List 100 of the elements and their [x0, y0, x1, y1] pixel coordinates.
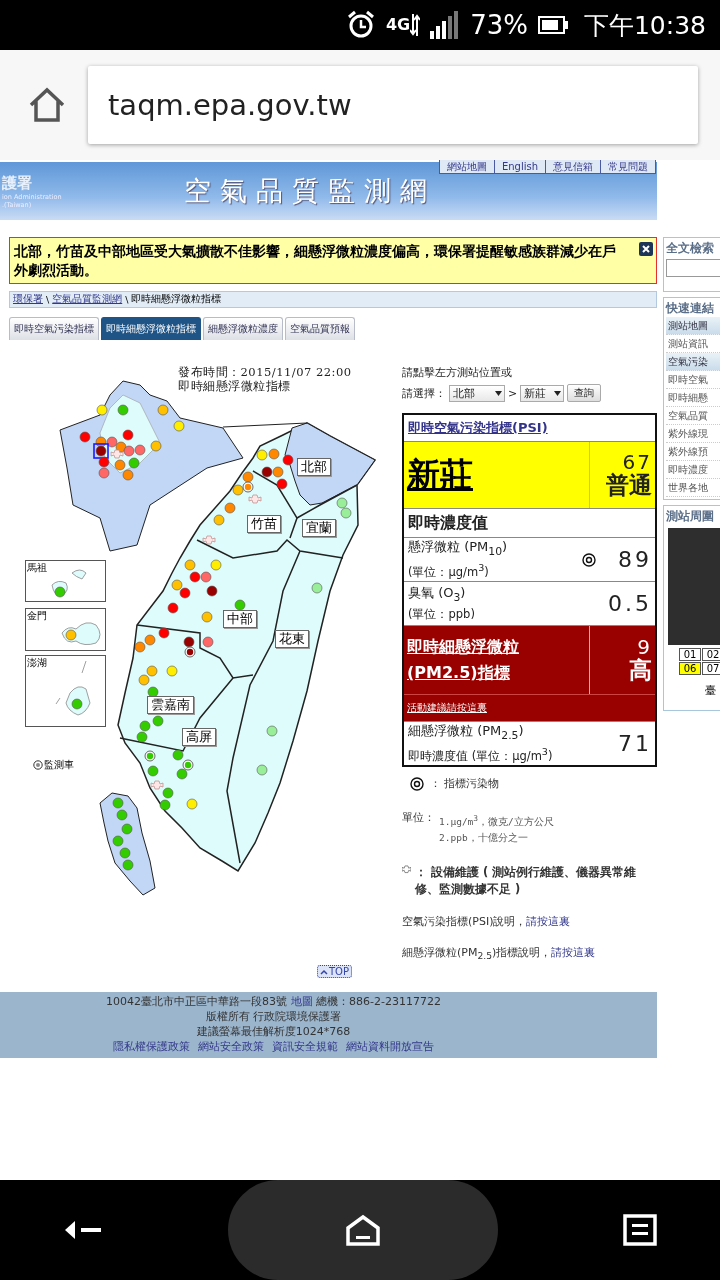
camera-page-button[interactable]: 06 [679, 662, 701, 675]
url-field[interactable]: taqm.epa.gov.tw [88, 66, 698, 144]
header-link[interactable]: 網站地圖 [439, 160, 494, 173]
pm25-value: 9 [637, 636, 652, 659]
data-arrows-icon [410, 12, 421, 38]
header-link[interactable]: 意見信箱 [545, 160, 600, 173]
pollutant-name: 細懸浮微粒 (PM$_{2.5}$) [408, 721, 525, 744]
quick-link[interactable]: 即時空氣 [666, 371, 720, 389]
header-link[interactable]: 常見問題 [600, 160, 655, 173]
breadcrumb-link[interactable]: 環保署 [13, 293, 43, 306]
panel-title: 快速連結 [666, 300, 715, 317]
query-button[interactable]: 查詢 [567, 384, 602, 402]
breadcrumb-separator: \ [125, 294, 129, 305]
chevron-up-icon[interactable] [320, 968, 328, 975]
battery-percent: 73% [470, 10, 528, 40]
breadcrumb-link[interactable]: 空氣品質監測網 [52, 293, 123, 306]
pollutant-unit: (單位：ppb) [408, 605, 476, 623]
unit-text: 1.μg/m$^{3}$，微克/立方公尺 [439, 813, 554, 830]
tab[interactable]: 即時細懸浮微粒指標 [101, 317, 201, 340]
quick-link[interactable]: 即時濃度 [666, 461, 720, 479]
instruction-text: 請點擊左方測站位置或 [402, 365, 513, 380]
breadcrumb-separator: \ [46, 294, 50, 305]
region-label[interactable]: 中部 [223, 610, 257, 628]
site-title: 空氣品質監測網 [184, 174, 436, 208]
header-link[interactable]: English [493, 160, 545, 173]
clock-time: 下午10:38 [583, 9, 706, 42]
close-icon[interactable] [639, 242, 653, 256]
home-icon[interactable] [345, 1214, 381, 1246]
pollutant-value: 89 [617, 547, 652, 572]
maintenance-note: ： 設備維護 ( 測站例行維護、儀器異常維修、監測數據不足 ) [414, 864, 638, 899]
pollutant-name: 臭氧 (O$_{3}$) [408, 584, 467, 606]
search-field[interactable] [666, 259, 720, 277]
station-dropdown[interactable]: 新莊 [520, 384, 565, 402]
pollutant-value: 0.5 [607, 591, 652, 616]
quick-link[interactable]: 紫外線預 [666, 443, 720, 461]
footer-link[interactable]: 隱私權保護政策 [113, 1039, 190, 1054]
camera-caption: 臺 [704, 683, 717, 698]
footer-link[interactable]: 網站資料開放宣告 [346, 1039, 434, 1054]
region-label[interactable]: 竹苗 [247, 515, 281, 533]
legend-text: ： 指標污染物 [430, 776, 500, 791]
logo-text: 護署 [2, 173, 33, 193]
region-label[interactable]: 北部 [297, 458, 331, 476]
camera-page-button[interactable]: 02 [702, 648, 720, 661]
alert-message: 北部，竹苗及中部地區受大氣擴散不佳影響，細懸浮微粒濃度偏高，環保署提醒敏感族群減少在戶外劇烈活動。 [14, 242, 617, 280]
section-heading: 即時濃度值 [404, 509, 655, 538]
back-to-top-link[interactable]: TOP [317, 965, 352, 978]
pm25-status: 高 [629, 658, 652, 684]
camera-page-button[interactable]: 01 [679, 648, 701, 661]
quick-link[interactable]: 空氣品質 [666, 407, 720, 425]
footer-link[interactable]: 網站安全政策 [198, 1039, 264, 1054]
battery-icon [537, 16, 568, 34]
quick-link[interactable]: 世界各地 [666, 479, 720, 497]
breadcrumb-current: 即時細懸浮微粒指標 [131, 293, 222, 306]
unit-text: 2.ppb，十億分之一 [439, 831, 529, 846]
mobile-station-icon [33, 760, 43, 770]
select-label: 請選擇： [402, 385, 446, 401]
camera-page-button[interactable]: 07 [702, 662, 720, 675]
region-label[interactable]: 雲嘉南 [147, 696, 194, 714]
pollutant-unit: 即時濃度值 (單位：μg/m$^{3}$) [408, 745, 554, 766]
signal-icon [430, 11, 461, 39]
map-caption: 發布時間：2015/11/07 22:00 [178, 365, 352, 379]
footer-link[interactable]: 資訊安全規範 [272, 1039, 338, 1054]
link-group-header[interactable]: 測站地圖 [666, 317, 720, 335]
resolution-text: 建議螢幕最佳解析度1024*768 [196, 1024, 351, 1039]
psi-link[interactable]: 即時空氣污染指標(PSI) [408, 419, 548, 437]
panel-title: 測站周圍 [666, 508, 715, 525]
region-dropdown[interactable]: 北部 [449, 384, 505, 402]
target-icon [582, 552, 596, 567]
explanation-text: 空氣污染指標(PSI)說明，請按這裏 [402, 914, 572, 930]
copyright-text: 版權所有 行政院環境保護署 [205, 1009, 342, 1024]
psi-status: 普通 [606, 473, 652, 499]
map-link[interactable]: 地圖 [290, 995, 313, 1008]
map-caption: 即時細懸浮微粒指標 [178, 379, 292, 393]
panel-title: 全文檢索 [666, 240, 715, 257]
tab[interactable]: 細懸浮微粒濃度 [203, 317, 283, 340]
region-label[interactable]: 花東 [275, 630, 309, 648]
station-name-link[interactable]: 新莊 [407, 452, 473, 498]
link-group-header[interactable]: 空氣污染 [666, 353, 720, 371]
home-button[interactable] [28, 87, 66, 123]
pm25-index-link[interactable]: 即時細懸浮微粒(PM2.5)指標 [407, 634, 589, 686]
recent-apps-icon[interactable] [623, 1214, 658, 1246]
explanation-link[interactable]: 請按這裏 [526, 915, 571, 929]
explanation-text: 細懸浮微粒(PM$_{2.5}$)指標說明，請按這裏 [402, 945, 597, 962]
target-icon [410, 776, 424, 791]
legend-label: 監測車 [44, 758, 74, 772]
tab[interactable]: 空氣品質預報 [285, 317, 355, 340]
footer-address: 10042臺北市中正區中華路一段83號 地圖 總機：886-2-23117722 [106, 994, 441, 1009]
pollutant-unit: (單位：μg/m$^{3}$) [408, 561, 490, 582]
unit-label: 單位： [402, 811, 435, 825]
tab[interactable]: 即時空氣污染指標 [9, 317, 99, 340]
advice-link[interactable]: 活動建議請按這裏 [407, 701, 487, 715]
quick-link[interactable]: 紫外線現 [666, 425, 720, 443]
psi-value: 67 [622, 451, 652, 474]
explanation-link[interactable]: 請按這裏 [551, 946, 596, 960]
quick-link[interactable]: 即時細懸 [666, 389, 720, 407]
region-label[interactable]: 宜蘭 [302, 519, 336, 537]
pollutant-name: 懸浮微粒 (PM$_{10}$) [408, 537, 509, 560]
network-type: 4G [385, 17, 411, 33]
region-label[interactable]: 高屏 [182, 728, 216, 746]
arrow-separator: > [508, 386, 518, 400]
